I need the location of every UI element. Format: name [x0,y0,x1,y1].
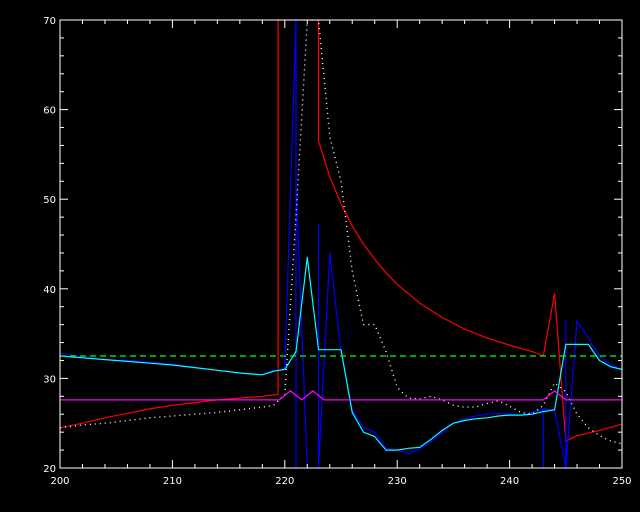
y-tick-label: 50 [43,195,56,206]
chart-canvas: 200 210 220 230 240 250 20 30 40 50 60 70 [0,0,640,512]
x-tick-label: 230 [388,476,407,487]
x-tick-label: 200 [50,476,69,487]
y-tick-label: 40 [43,285,56,296]
x-tick-label: 240 [500,476,519,487]
x-tick-label: 250 [612,476,631,487]
y-tick-label: 70 [43,16,56,27]
x-tick-label: 210 [163,476,182,487]
y-tick-label: 30 [43,374,56,385]
y-tick-label: 20 [43,464,56,475]
x-tick-label: 220 [275,476,294,487]
y-tick-label: 60 [43,106,56,117]
